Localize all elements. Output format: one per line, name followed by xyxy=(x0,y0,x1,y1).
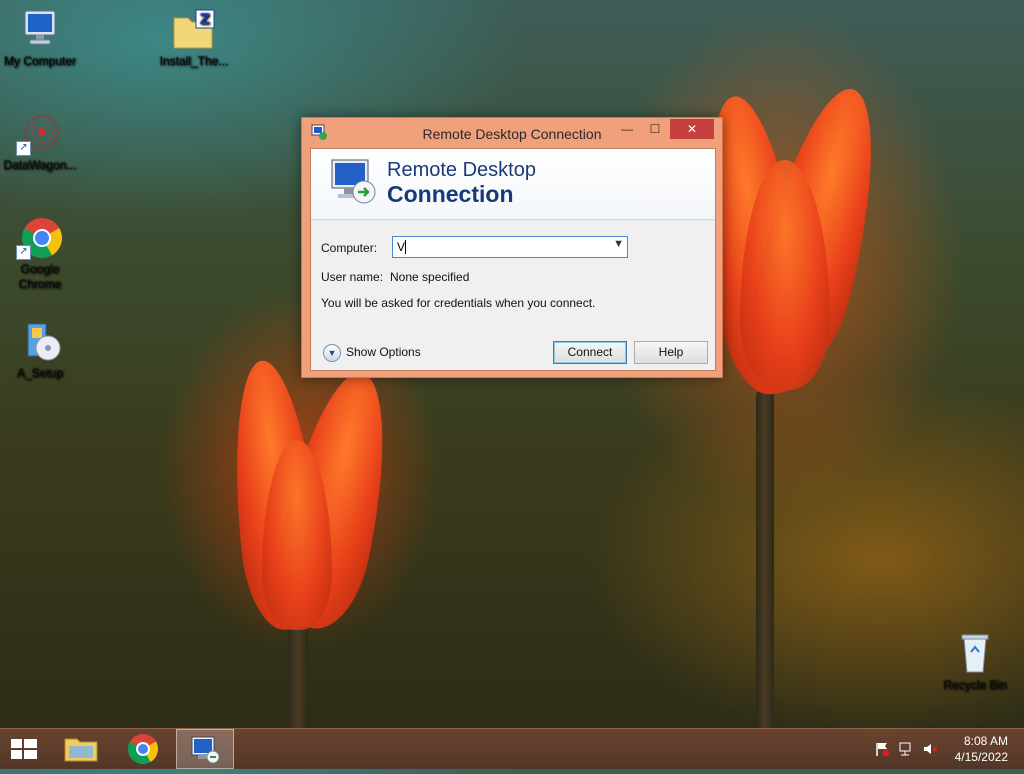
credentials-note: You will be asked for credentials when y… xyxy=(321,296,596,310)
desktop-icon-a-setup[interactable]: A_Setup xyxy=(0,320,80,381)
desktop-icon-label: Recycle Bin xyxy=(943,678,1007,692)
svg-text:Z: Z xyxy=(200,12,210,28)
desktop-icon-label: Google Chrome xyxy=(18,262,62,291)
maximize-button[interactable]: ☐ xyxy=(642,119,668,139)
taskbar-file-explorer[interactable] xyxy=(58,729,104,769)
desktop-icon-google-chrome[interactable]: ↗ Google Chrome xyxy=(0,216,80,292)
remote-desktop-logo-icon xyxy=(328,156,380,208)
username-label: User name: xyxy=(321,270,384,284)
windows-logo-icon xyxy=(11,739,37,759)
shortcut-arrow-icon: ↗ xyxy=(16,245,31,260)
network-icon[interactable] xyxy=(898,741,914,757)
shortcut-arrow-icon: ↗ xyxy=(16,141,31,156)
start-button[interactable] xyxy=(0,729,48,769)
close-button[interactable]: ✕ xyxy=(670,119,714,139)
computer-input-value: V xyxy=(397,240,406,254)
show-options-chevron-icon[interactable]: ▼ xyxy=(323,344,341,362)
remote-desktop-window: Remote Desktop Connection — ☐ ✕ Remote D… xyxy=(301,117,723,378)
action-center-flag-icon[interactable] xyxy=(874,741,890,757)
recycle-bin-icon xyxy=(951,632,999,676)
banner-divider xyxy=(311,219,715,221)
desktop-icon-datawagon[interactable]: ↗ DataWagon... xyxy=(0,112,80,173)
taskbar-remote-desktop[interactable] xyxy=(176,729,234,769)
datawagon-icon: ↗ xyxy=(16,112,64,156)
clock-time: 8:08 AM xyxy=(963,734,1008,748)
zip-folder-icon: Z xyxy=(170,8,218,52)
help-button[interactable]: Help xyxy=(634,341,708,364)
setup-icon xyxy=(16,320,64,364)
computer-icon xyxy=(16,8,64,52)
minimize-button[interactable]: — xyxy=(614,119,640,139)
desktop-icon-label: Install_The... xyxy=(159,54,229,68)
banner-title-line2: Connection xyxy=(387,181,514,207)
folder-icon xyxy=(64,738,98,762)
desktop-icon-install[interactable]: Z Install_The... xyxy=(154,8,234,69)
desktop-icon-label: DataWagon... xyxy=(3,158,77,172)
connect-button[interactable]: Connect xyxy=(553,341,627,364)
taskbar-chrome[interactable] xyxy=(120,729,166,769)
desktop-icon-label: My Computer xyxy=(3,54,77,68)
desktop-icon-my-computer[interactable]: My Computer xyxy=(0,8,80,69)
username-value: None specified xyxy=(390,270,470,284)
desktop-icon-label: A_Setup xyxy=(16,366,64,380)
text-caret xyxy=(405,240,406,254)
remote-desktop-icon xyxy=(191,736,220,764)
show-options-button[interactable]: Show Options xyxy=(346,345,421,359)
desktop-icon-recycle-bin[interactable]: Recycle Bin xyxy=(935,632,1015,693)
banner-title-line1: Remote Desktop xyxy=(387,159,536,181)
taskbar: 8:08 AM 4/15/2022 xyxy=(0,728,1024,769)
system-clock[interactable]: 8:08 AM 4/15/2022 xyxy=(928,733,1008,765)
window-titlebar[interactable]: Remote Desktop Connection — ☐ ✕ xyxy=(302,118,722,148)
clock-date: 4/15/2022 xyxy=(954,750,1008,764)
chrome-icon: ↗ xyxy=(16,216,64,260)
computer-label: Computer: xyxy=(321,241,378,255)
chrome-icon xyxy=(127,734,159,765)
chevron-down-icon[interactable]: ▼ xyxy=(613,238,624,250)
computer-combobox[interactable]: V ▼ xyxy=(392,236,628,258)
rdc-banner: Remote Desktop Connection xyxy=(311,149,715,220)
window-client-area: Remote Desktop Connection Computer: V ▼ … xyxy=(310,148,716,371)
